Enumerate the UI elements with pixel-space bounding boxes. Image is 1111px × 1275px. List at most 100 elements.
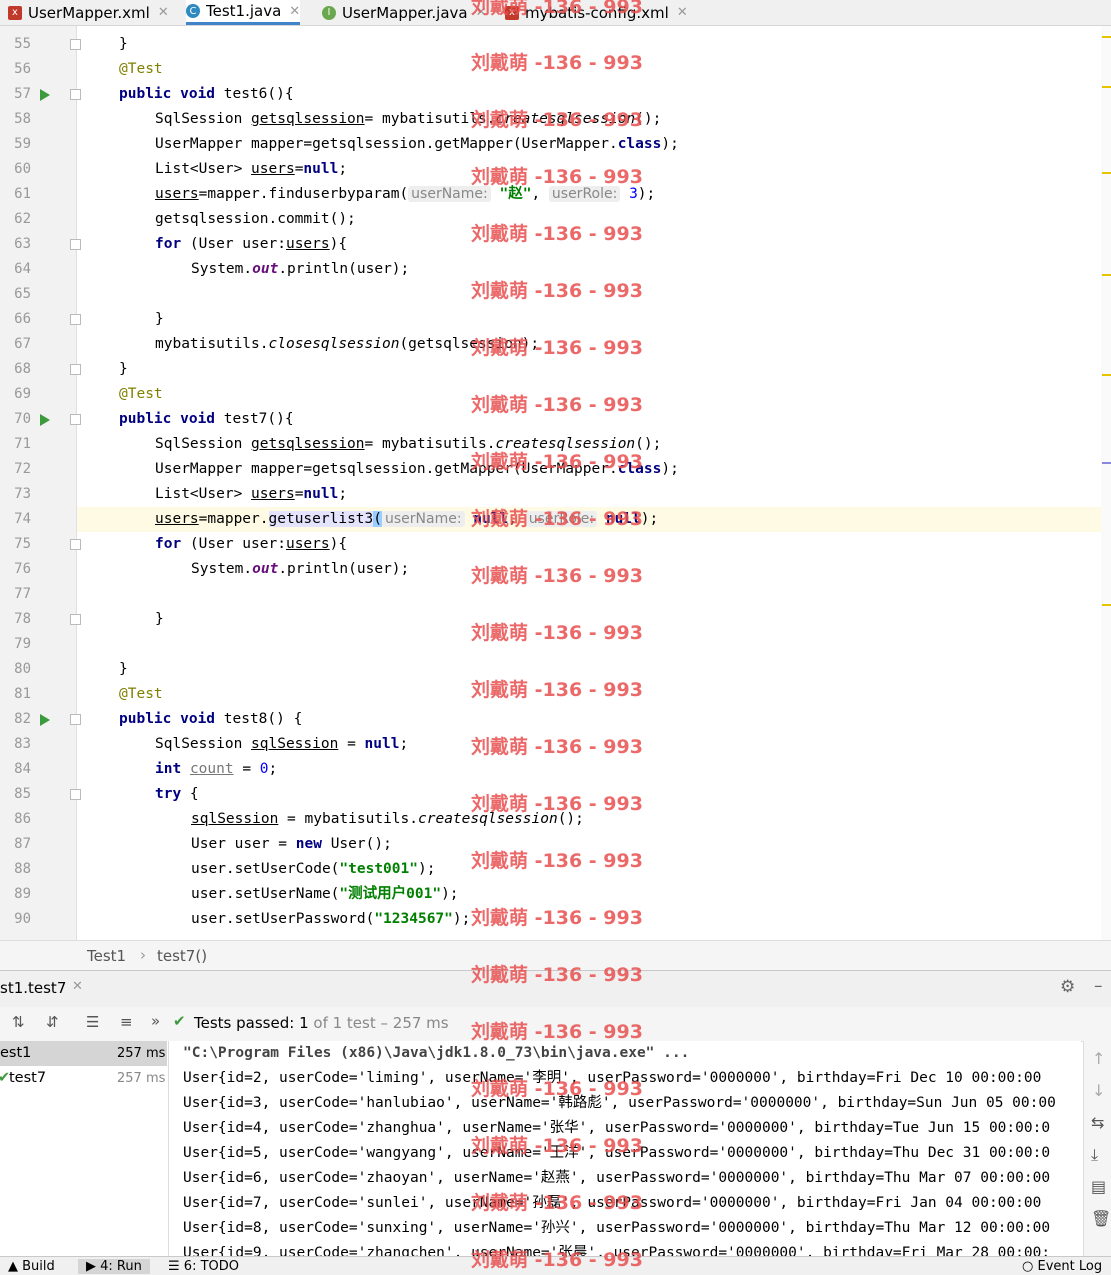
line-number: 70 (14, 411, 31, 427)
close-icon[interactable]: ✕ (289, 4, 300, 19)
code-line-83: SqlSession sqlSession = null; (155, 736, 409, 752)
code-line-64: System.out.println(user); (191, 261, 410, 277)
watermark-text: 刘戴萌 -136 - 993 (471, 109, 643, 131)
line-number: 55 (14, 36, 31, 52)
tests-status: Tests passed: 1 of 1 test – 257 ms (194, 1014, 449, 1032)
down-arrow-icon[interactable]: ↓ (1092, 1081, 1105, 1100)
line-number: 75 (14, 536, 31, 552)
soft-wrap-icon[interactable]: ⇆ (1091, 1113, 1104, 1132)
line-number: 83 (14, 736, 31, 752)
minimize-icon[interactable]: – (1094, 976, 1103, 996)
line-number: 89 (14, 886, 31, 902)
tree-item-label: est1 (0, 1045, 32, 1061)
editor-scrollbar[interactable] (1101, 26, 1111, 940)
watermark-text: 刘戴萌 -136 - 993 (471, 0, 643, 18)
code-line-85: try { (155, 786, 199, 802)
tree-item-time: 257 ms (117, 1046, 166, 1061)
watermark-text: 刘戴萌 -136 - 993 (471, 793, 643, 815)
line-number: 80 (14, 661, 31, 677)
warning-marker[interactable] (1102, 172, 1111, 174)
line-number: 65 (14, 286, 31, 302)
trash-icon[interactable]: 🗑 (1091, 1209, 1111, 1228)
gear-icon[interactable]: ⚙ (1060, 977, 1075, 997)
close-icon[interactable]: ✕ (158, 5, 169, 20)
run-test-icon[interactable] (40, 414, 50, 426)
close-icon[interactable]: ✕ (72, 979, 83, 994)
warning-marker[interactable] (1102, 374, 1111, 376)
code-line-57: public void test6(){ (119, 86, 294, 102)
warning-marker[interactable] (1102, 274, 1111, 276)
xml-file-icon: x (8, 5, 22, 20)
breadcrumb-method[interactable]: test7() (157, 947, 207, 965)
scroll-end-icon[interactable]: ⤓ (1091, 1145, 1098, 1165)
line-number: 77 (14, 586, 31, 602)
chevron-right-icon: › (140, 946, 146, 964)
expand-all-icon[interactable]: ☰ (86, 1013, 99, 1031)
line-number: 56 (14, 61, 31, 77)
sort-duration-icon[interactable]: ⇵ (46, 1013, 59, 1031)
tree-item-selected[interactable]: est1 257 ms (0, 1041, 167, 1066)
line-number: 82 (14, 711, 31, 727)
watermark-text: 刘戴萌 -136 - 993 (471, 1249, 643, 1271)
code-line-69: @Test (119, 386, 163, 402)
watermark-text: 刘戴萌 -136 - 993 (471, 280, 643, 302)
tool-tab-run[interactable]: ▶ 4: Run (78, 1259, 150, 1274)
code-line-73: List<User> users=null; (155, 486, 348, 502)
code-line-76: System.out.println(user); (191, 561, 410, 577)
tool-tab-todo[interactable]: ☰ 6: TODO (168, 1259, 239, 1274)
watermark-text: 刘戴萌 -136 - 993 (471, 451, 643, 473)
console-line: User{id=8, userCode='sunxing', userName=… (183, 1220, 1051, 1236)
code-line-87: User user = new User(); (191, 836, 392, 852)
line-number: 69 (14, 386, 31, 402)
run-test-icon[interactable] (40, 714, 50, 726)
code-line-62: getsqlsession.commit(); (155, 211, 356, 227)
print-icon[interactable]: ▤ (1091, 1177, 1106, 1196)
warning-marker[interactable] (1102, 604, 1111, 606)
code-line-63: for (User user:users){ (155, 236, 348, 252)
watermark-text: 刘戴萌 -136 - 993 (471, 52, 643, 74)
watermark-text: 刘戴萌 -136 - 993 (471, 736, 643, 758)
tab-test1-java[interactable]: C Test1.java ✕ (186, 0, 301, 25)
code-line-55: } (119, 36, 128, 52)
tree-item-label: test7 (9, 1070, 47, 1086)
run-test-icon[interactable] (40, 89, 50, 101)
code-line-66: } (155, 311, 164, 327)
line-number: 60 (14, 161, 31, 177)
tree-item[interactable]: ✔ test7 257 ms (0, 1066, 167, 1091)
line-number: 71 (14, 436, 31, 452)
sort-alpha-icon[interactable]: ⇅ (12, 1013, 25, 1031)
watermark-text: 刘戴萌 -136 - 993 (471, 679, 643, 701)
line-number: 72 (14, 461, 31, 477)
up-arrow-icon[interactable]: ↑ (1092, 1049, 1105, 1068)
code-line-70: public void test7(){ (119, 411, 294, 427)
line-number: 76 (14, 561, 31, 577)
watermark-text: 刘戴萌 -136 - 993 (471, 508, 643, 530)
watermark-text: 刘戴萌 -136 - 993 (471, 622, 643, 644)
parameter-hint: userName: (382, 511, 465, 527)
tab-label: Test1.java (206, 2, 282, 20)
watermark-text: 刘戴萌 -136 - 993 (471, 1192, 643, 1214)
code-line-81: @Test (119, 686, 163, 702)
tab-usermapper-java[interactable]: I UserMapper.java ✕ (322, 0, 487, 25)
watermark-text: 刘戴萌 -136 - 993 (471, 1021, 643, 1043)
warning-marker[interactable] (1102, 86, 1111, 88)
close-icon[interactable]: ✕ (677, 5, 688, 20)
line-number: 73 (14, 486, 31, 502)
line-number: 63 (14, 236, 31, 252)
code-line-68: } (119, 361, 128, 377)
collapse-all-icon[interactable]: ≡ (120, 1013, 133, 1031)
tool-tab-event-log[interactable]: ○ Event Log (1022, 1259, 1102, 1274)
breadcrumb-class[interactable]: Test1 (87, 947, 126, 965)
warning-marker[interactable] (1102, 36, 1111, 38)
code-line-80: } (119, 661, 128, 677)
more-icon[interactable]: » (151, 1012, 160, 1030)
watermark-text: 刘戴萌 -136 - 993 (471, 565, 643, 587)
run-tab-label[interactable]: st1.test7 (0, 979, 66, 997)
console-line: "C:\Program Files (x86)\Java\jdk1.8.0_73… (183, 1045, 690, 1061)
line-number: 74 (14, 511, 31, 527)
tab-usermapper-xml[interactable]: x UserMapper.xml ✕ (8, 0, 169, 25)
line-number: 58 (14, 111, 31, 127)
caret-marker[interactable] (1102, 462, 1111, 464)
test-results-tree: est1 257 ms ✔ test7 257 ms (0, 1041, 169, 1256)
tool-tab-build[interactable]: ▲ Build (8, 1259, 55, 1274)
